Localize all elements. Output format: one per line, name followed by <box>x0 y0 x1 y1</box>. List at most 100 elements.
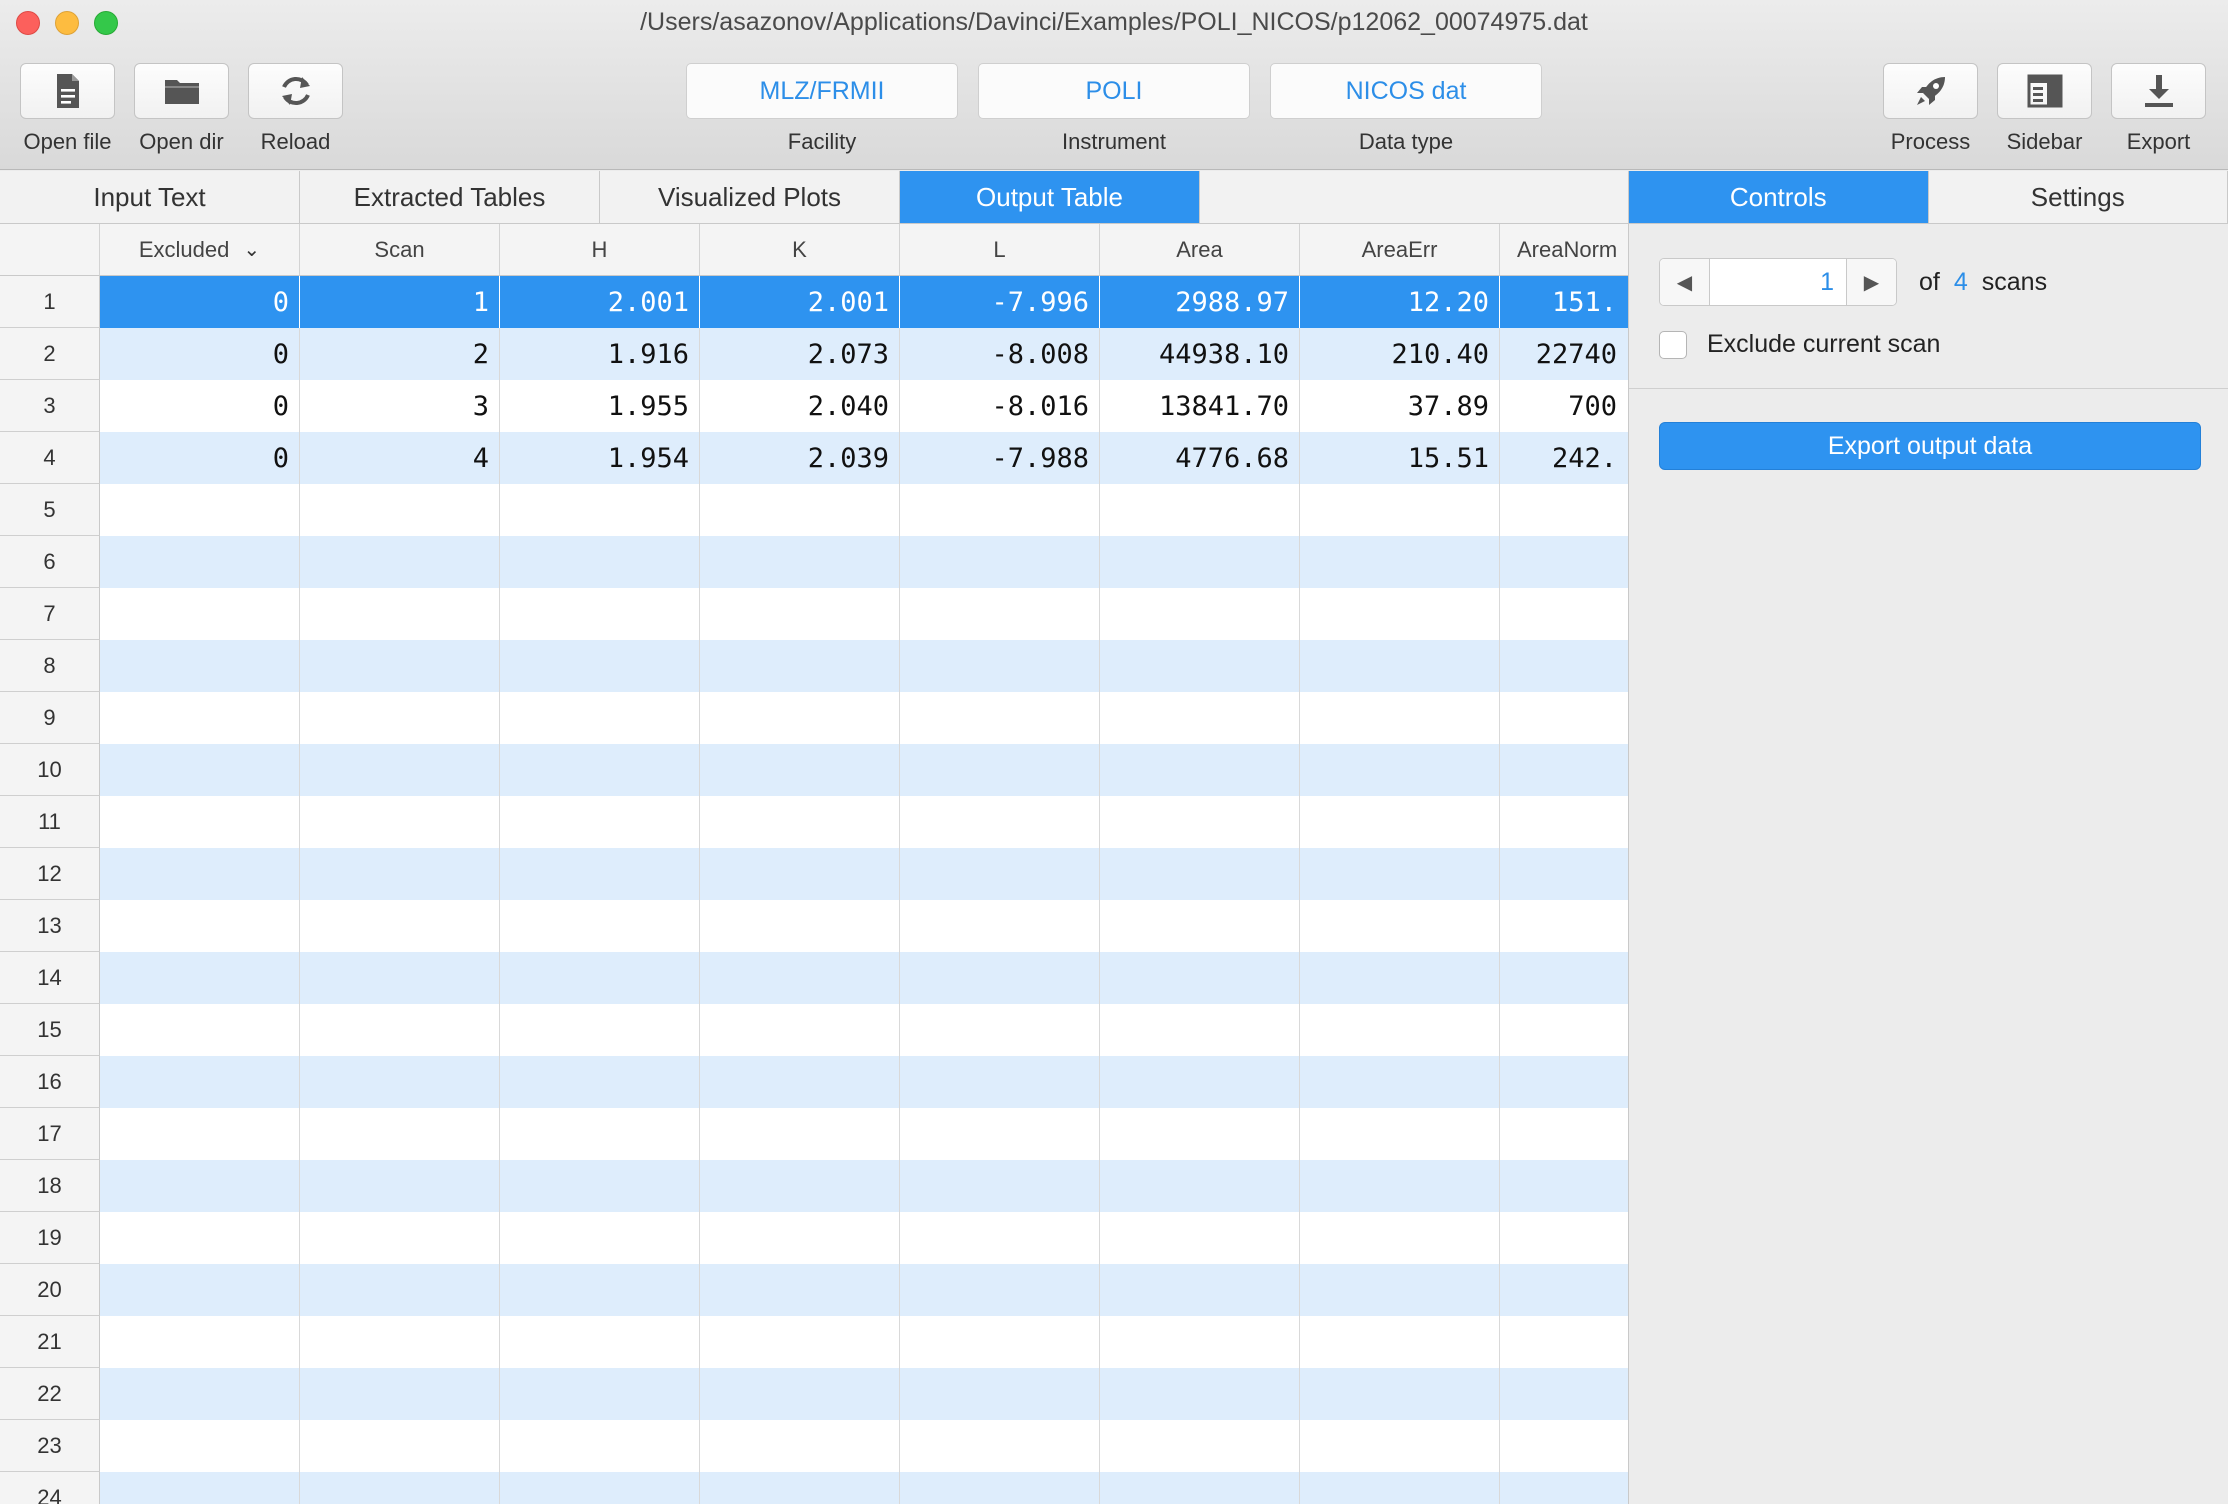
table-cell[interactable] <box>1300 484 1500 536</box>
table-cell[interactable] <box>500 952 700 1004</box>
table-cell[interactable]: 2.001 <box>500 276 700 328</box>
table-cell[interactable] <box>300 1316 500 1368</box>
facility-selector[interactable]: MLZ/FRMII Facility <box>686 63 958 155</box>
row-number[interactable]: 2 <box>0 328 100 380</box>
table-cell[interactable] <box>1100 692 1300 744</box>
table-cell[interactable] <box>500 1368 700 1420</box>
table-row[interactable]: 4 0 4 1.954 2.039 -7.988 4776.68 15.51 242. <box>0 432 1628 484</box>
table-cell[interactable]: -8.008 <box>900 328 1100 380</box>
table-cell[interactable] <box>900 536 1100 588</box>
table-row[interactable]: 9 <box>0 692 1628 744</box>
table-cell[interactable] <box>700 1420 900 1472</box>
table-cell[interactable] <box>1100 484 1300 536</box>
table-cell[interactable] <box>300 1160 500 1212</box>
table-cell[interactable] <box>1500 848 1628 900</box>
table-cell[interactable] <box>500 484 700 536</box>
table-cell[interactable] <box>1100 1108 1300 1160</box>
export-button[interactable]: Export <box>2111 63 2206 155</box>
table-cell[interactable] <box>700 484 900 536</box>
table-cell[interactable] <box>700 1472 900 1504</box>
table-cell[interactable] <box>1500 1108 1628 1160</box>
instrument-value[interactable]: POLI <box>978 63 1250 119</box>
table-cell[interactable]: 15.51 <box>1300 432 1500 484</box>
row-number[interactable]: 21 <box>0 1316 100 1368</box>
table-cell[interactable]: 1.954 <box>500 432 700 484</box>
export-output-data-button[interactable]: Export output data <box>1659 422 2201 470</box>
table-cell[interactable] <box>100 484 300 536</box>
table-cell[interactable]: 1 <box>300 276 500 328</box>
row-number[interactable]: 5 <box>0 484 100 536</box>
exclude-current-scan[interactable]: Exclude current scan <box>1659 330 1940 359</box>
column-header-excluded[interactable]: Excluded ⌄ <box>100 224 300 276</box>
table-cell[interactable]: -7.996 <box>900 276 1100 328</box>
table-cell[interactable] <box>500 744 700 796</box>
table-cell[interactable] <box>900 1316 1100 1368</box>
table-cell[interactable] <box>300 1056 500 1108</box>
table-cell[interactable] <box>500 536 700 588</box>
row-number[interactable]: 19 <box>0 1212 100 1264</box>
open-dir-button[interactable]: Open dir <box>134 63 229 155</box>
table-cell[interactable] <box>1500 1316 1628 1368</box>
table-cell[interactable]: 3 <box>300 380 500 432</box>
table-cell[interactable] <box>1300 1004 1500 1056</box>
table-cell[interactable] <box>300 692 500 744</box>
row-number[interactable]: 23 <box>0 1420 100 1472</box>
table-cell[interactable] <box>1500 744 1628 796</box>
table-cell[interactable] <box>1300 952 1500 1004</box>
row-number[interactable]: 15 <box>0 1004 100 1056</box>
table-cell[interactable] <box>700 1264 900 1316</box>
table-cell[interactable] <box>300 588 500 640</box>
table-cell[interactable]: 700 <box>1500 380 1628 432</box>
table-cell[interactable] <box>900 848 1100 900</box>
data-type-value[interactable]: NICOS dat <box>1270 63 1542 119</box>
table-row[interactable]: 11 <box>0 796 1628 848</box>
column-header-area-err[interactable]: AreaErr <box>1300 224 1500 276</box>
row-number[interactable]: 3 <box>0 380 100 432</box>
table-cell[interactable]: 12.20 <box>1300 276 1500 328</box>
table-cell[interactable] <box>900 640 1100 692</box>
table-cell[interactable] <box>500 588 700 640</box>
table-row[interactable]: 5 <box>0 484 1628 536</box>
table-cell[interactable] <box>900 1472 1100 1504</box>
table-cell[interactable] <box>1500 796 1628 848</box>
table-cell[interactable]: 2.001 <box>700 276 900 328</box>
table-cell[interactable]: 0 <box>100 328 300 380</box>
current-scan-field[interactable]: 1 <box>1710 259 1846 305</box>
table-cell[interactable] <box>500 1264 700 1316</box>
sidebar-toggle-button[interactable]: Sidebar <box>1997 63 2092 155</box>
table-row[interactable]: 14 <box>0 952 1628 1004</box>
table-cell[interactable] <box>1100 744 1300 796</box>
table-cell[interactable] <box>1100 848 1300 900</box>
table-cell[interactable] <box>1300 1108 1500 1160</box>
table-cell[interactable]: 2988.97 <box>1100 276 1300 328</box>
table-cell[interactable]: 2.073 <box>700 328 900 380</box>
table-cell[interactable] <box>300 1004 500 1056</box>
table-cell[interactable] <box>900 1264 1100 1316</box>
table-cell[interactable] <box>1500 1056 1628 1108</box>
table-cell[interactable] <box>1100 1472 1300 1504</box>
table-cell[interactable] <box>900 588 1100 640</box>
table-cell[interactable]: 1.955 <box>500 380 700 432</box>
table-cell[interactable] <box>100 1472 300 1504</box>
table-cell[interactable]: 2 <box>300 328 500 380</box>
table-cell[interactable] <box>500 1420 700 1472</box>
table-cell[interactable] <box>1100 1316 1300 1368</box>
table-cell[interactable]: 37.89 <box>1300 380 1500 432</box>
table-cell[interactable] <box>900 900 1100 952</box>
table-cell[interactable] <box>100 1108 300 1160</box>
exclude-checkbox[interactable] <box>1659 330 1687 359</box>
table-cell[interactable]: 0 <box>100 276 300 328</box>
tab-settings[interactable]: Settings <box>1928 171 2228 223</box>
table-cell[interactable] <box>700 1368 900 1420</box>
table-cell[interactable] <box>1100 1160 1300 1212</box>
table-cell[interactable] <box>1100 1004 1300 1056</box>
table-cell[interactable] <box>900 952 1100 1004</box>
tab-output-table[interactable]: Output Table <box>900 171 1200 223</box>
table-cell[interactable]: 2.039 <box>700 432 900 484</box>
row-number[interactable]: 24 <box>0 1472 100 1504</box>
table-cell[interactable] <box>900 484 1100 536</box>
table-row[interactable]: 23 <box>0 1420 1628 1472</box>
row-number[interactable]: 6 <box>0 536 100 588</box>
table-row[interactable]: 12 <box>0 848 1628 900</box>
table-cell[interactable] <box>100 1212 300 1264</box>
